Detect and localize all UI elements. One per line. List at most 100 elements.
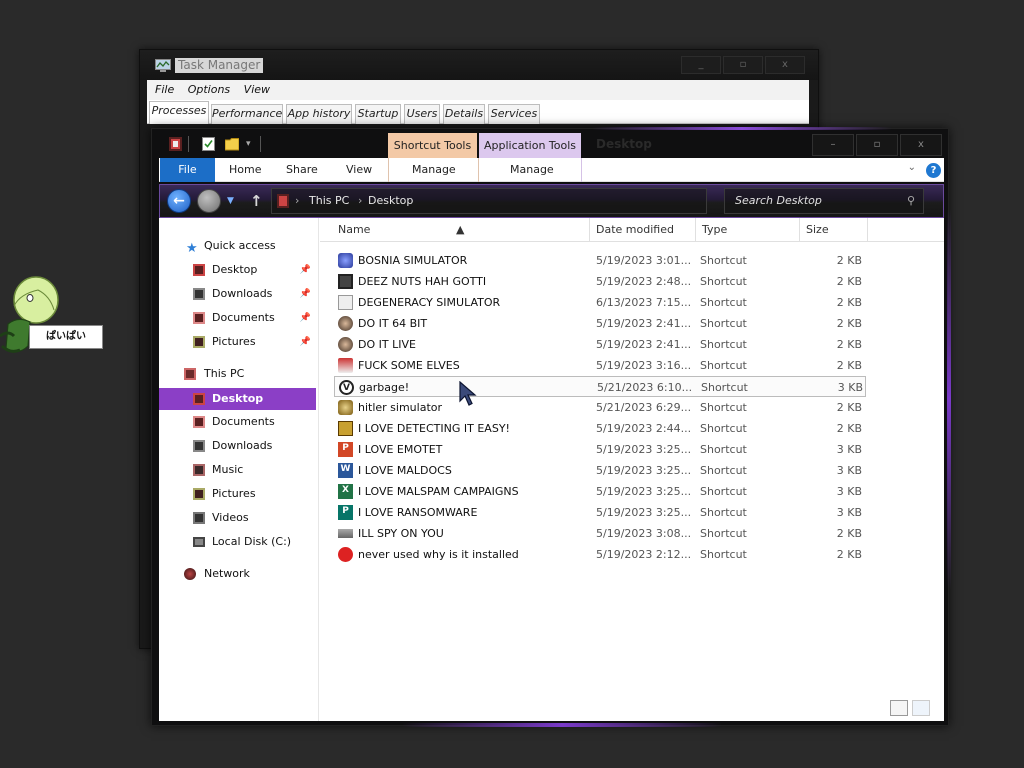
- file-size: 3 KB: [837, 381, 863, 394]
- pin-icon[interactable]: 📌: [300, 283, 311, 305]
- mascot-speech-bubble: ぱいぱい: [29, 325, 103, 349]
- new-folder-icon[interactable]: [224, 137, 240, 154]
- column-header-date-modified[interactable]: Date modified: [590, 218, 696, 242]
- file-row[interactable]: Vgarbage! 5/21/2023 6:10... Shortcut 3 KB: [334, 376, 866, 397]
- up-arrow-icon[interactable]: ↑: [250, 192, 263, 210]
- file-row[interactable]: DO IT LIVE 5/19/2023 2:41... Shortcut 2 KB: [334, 334, 866, 355]
- nav-qa-downloads-label: Downloads: [212, 287, 273, 300]
- help-icon[interactable]: ?: [926, 163, 941, 178]
- tab-share[interactable]: Share: [286, 158, 318, 182]
- tab-view[interactable]: View: [346, 158, 372, 182]
- search-box[interactable]: Search Desktop ⚲: [724, 188, 924, 214]
- tab-users[interactable]: Users: [404, 104, 440, 124]
- file-type: Shortcut: [700, 359, 747, 372]
- search-placeholder: Search Desktop: [735, 194, 822, 207]
- nav-pc-downloads[interactable]: Downloads: [159, 435, 316, 457]
- tab-manage-application[interactable]: Manage: [510, 158, 554, 182]
- column-header-size[interactable]: Size: [800, 218, 868, 242]
- tab-performance[interactable]: Performance: [211, 104, 283, 124]
- breadcrumb-this-pc[interactable]: This PC: [309, 189, 349, 213]
- tab-details[interactable]: Details: [443, 104, 485, 124]
- details-view-icon[interactable]: [890, 700, 908, 716]
- file-row[interactable]: P I LOVE RANSOMWARE 5/19/2023 3:25... Short…: [334, 502, 866, 523]
- nav-qa-desktop[interactable]: Desktop 📌: [159, 259, 316, 281]
- mouse-cursor-icon: [459, 381, 477, 406]
- nav-this-pc-label: This PC: [204, 367, 245, 380]
- excel-icon: X: [338, 484, 353, 499]
- file-row[interactable]: ILL SPY ON YOU 5/19/2023 3:08... Shortcut 2…: [334, 523, 866, 544]
- large-icons-view-icon[interactable]: [912, 700, 930, 716]
- file-row[interactable]: hitler simulator 5/21/2023 6:29... Shortcu…: [334, 397, 866, 418]
- file-date-modified: 5/19/2023 3:25...: [596, 443, 692, 456]
- back-button[interactable]: ←: [167, 189, 191, 213]
- properties-icon[interactable]: [202, 137, 215, 154]
- file-date-modified: 5/21/2023 6:10...: [597, 381, 693, 394]
- close-button[interactable]: x: [900, 134, 942, 156]
- nav-pc-desktop[interactable]: Desktop: [159, 388, 316, 410]
- nav-qa-documents[interactable]: Documents 📌: [159, 307, 316, 329]
- file-size: 2 KB: [836, 548, 862, 561]
- maximize-button[interactable]: ▫: [723, 56, 763, 74]
- file-row[interactable]: I LOVE DETECTING IT EASY! 5/19/2023 2:44.…: [334, 418, 866, 439]
- task-manager-titlebar[interactable]: Task Manager _ ▫ x: [140, 50, 818, 80]
- nav-quick-access[interactable]: ★ Quick access: [159, 235, 316, 257]
- nav-pc-documents[interactable]: Documents: [159, 411, 316, 433]
- file-date-modified: 5/19/2023 2:41...: [596, 338, 692, 351]
- menu-options[interactable]: Options: [180, 80, 230, 100]
- tab-services[interactable]: Services: [488, 104, 540, 124]
- pin-icon[interactable]: 📌: [300, 307, 311, 329]
- contextual-tab-application-tools[interactable]: Application Tools: [479, 133, 581, 159]
- tab-manage-shortcut[interactable]: Manage: [412, 158, 456, 182]
- breadcrumb-desktop[interactable]: Desktop: [368, 189, 413, 213]
- tab-file[interactable]: File: [160, 158, 215, 182]
- nav-qa-downloads[interactable]: Downloads 📌: [159, 283, 316, 305]
- file-row[interactable]: BOSNIA SIMULATOR 5/19/2023 3:01... Shortcu…: [334, 250, 866, 271]
- tab-startup[interactable]: Startup: [355, 104, 401, 124]
- menu-file[interactable]: File: [147, 80, 174, 100]
- file-name: BOSNIA SIMULATOR: [358, 254, 468, 267]
- file-row[interactable]: DEGENERACY SIMULATOR 6/13/2023 7:15... Sho…: [334, 292, 866, 313]
- customize-toolbar-chevron-icon[interactable]: ▾: [246, 139, 251, 149]
- file-size: 2 KB: [836, 401, 862, 414]
- nav-pc-music[interactable]: Music: [159, 459, 316, 481]
- file-type: Shortcut: [700, 317, 747, 330]
- file-row[interactable]: DO IT 64 BIT 5/19/2023 2:41... Shortcut 2 K…: [334, 313, 866, 334]
- recent-locations-chevron-icon[interactable]: ▼: [227, 196, 234, 206]
- address-bar[interactable]: › This PC › Desktop: [271, 188, 707, 214]
- file-row[interactable]: X I LOVE MALSPAM CAMPAIGNS 5/19/2023 3:25.…: [334, 481, 866, 502]
- nav-qa-pictures[interactable]: Pictures 📌: [159, 331, 316, 353]
- column-header-type[interactable]: Type: [696, 218, 800, 242]
- nav-pc-videos[interactable]: Videos: [159, 507, 316, 529]
- file-row[interactable]: P I LOVE EMOTET 5/19/2023 3:25... Shortcut 3…: [334, 439, 866, 460]
- file-date-modified: 5/19/2023 2:48...: [596, 275, 692, 288]
- forward-button[interactable]: [197, 189, 221, 213]
- file-date-modified: 6/13/2023 7:15...: [596, 296, 692, 309]
- minimize-button[interactable]: _: [681, 56, 721, 74]
- tab-processes[interactable]: Processes: [149, 101, 209, 124]
- nav-pc-pictures[interactable]: Pictures: [159, 483, 316, 505]
- file-row[interactable]: W I LOVE MALDOCS 5/19/2023 3:25... Shortcut…: [334, 460, 866, 481]
- pin-icon[interactable]: 📌: [300, 331, 311, 353]
- nav-pc-local-disk[interactable]: Local Disk (C:): [159, 531, 316, 553]
- menu-view[interactable]: View: [236, 80, 270, 100]
- vw-icon: V: [339, 380, 354, 395]
- file-size: 2 KB: [836, 317, 862, 330]
- file-row[interactable]: never used why is it installed 5/19/2023 …: [334, 544, 866, 565]
- file-row[interactable]: DEEZ NUTS HAH GOTTI 5/19/2023 2:48... Shor…: [334, 271, 866, 292]
- file-date-modified: 5/19/2023 3:08...: [596, 527, 692, 540]
- contextual-tab-shortcut-tools[interactable]: Shortcut Tools: [388, 133, 477, 159]
- navigation-pane: ★ Quick access Desktop 📌 Downloads 📌 Doc…: [159, 218, 319, 721]
- nav-this-pc[interactable]: This PC: [159, 363, 316, 385]
- documents-folder-icon: [193, 312, 205, 324]
- pin-icon[interactable]: 📌: [300, 259, 311, 281]
- tab-home[interactable]: Home: [229, 158, 261, 182]
- minimize-button[interactable]: –: [812, 134, 854, 156]
- file-row[interactable]: FUCK SOME ELVES 5/19/2023 3:16... Shortcut…: [334, 355, 866, 376]
- close-button[interactable]: x: [765, 56, 805, 74]
- window-glow: [947, 209, 951, 589]
- nav-network[interactable]: Network: [159, 563, 316, 585]
- tab-app-history[interactable]: App history: [286, 104, 352, 124]
- maximize-button[interactable]: ▫: [856, 134, 898, 156]
- expand-ribbon-chevron-icon[interactable]: ⌄: [908, 162, 916, 173]
- nav-pc-music-label: Music: [212, 463, 244, 476]
